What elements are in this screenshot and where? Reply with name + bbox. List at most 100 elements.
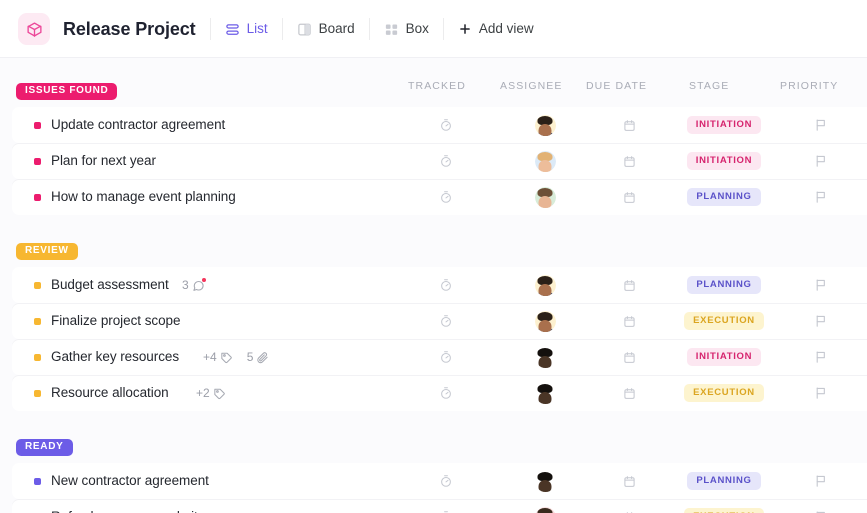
stage-cell[interactable]: INITIATION [674,339,774,375]
tracked-cell[interactable] [420,375,472,411]
assignee-cell[interactable] [519,267,571,303]
stopwatch-icon [439,350,453,364]
assignee-cell[interactable] [519,339,571,375]
priority-cell[interactable] [795,107,847,143]
tab-list-label: List [246,21,268,37]
due-date-cell[interactable] [603,463,655,499]
task-name[interactable]: How to manage event planning [51,189,236,204]
priority-cell[interactable] [795,179,847,215]
priority-cell[interactable] [795,267,847,303]
tracked-cell[interactable] [420,143,472,179]
assignee-avatar[interactable] [534,346,556,368]
header-divider-3 [368,18,370,40]
priority-cell[interactable] [795,375,847,411]
task-name[interactable]: Budget assessment [51,277,169,292]
status-badge: EXECUTION [684,383,764,403]
stage-cell[interactable]: EXECUTION [674,303,774,339]
add-view-button[interactable]: Add view [458,22,534,36]
task-rows: Update contractor agreement INITIATION Pla… [0,107,867,215]
flag-icon [814,190,828,204]
tracked-cell[interactable] [420,463,472,499]
section-badge[interactable]: REVIEW [16,243,78,260]
assignee-cell[interactable] [519,107,571,143]
task-name[interactable]: New contractor agreement [51,473,209,488]
priority-cell[interactable] [795,463,847,499]
due-date-cell[interactable] [603,339,655,375]
assignee-avatar[interactable] [534,114,556,136]
task-name[interactable]: Gather key resources [51,349,179,364]
stage-cell[interactable]: INITIATION [674,107,774,143]
meta-tag[interactable]: +2 [196,386,226,400]
assignee-cell[interactable] [519,499,571,513]
due-date-cell[interactable] [603,143,655,179]
tracked-cell[interactable] [420,179,472,215]
stage-cell[interactable]: PLANNING [674,267,774,303]
table-row[interactable]: Update contractor agreement INITIATION [12,107,867,143]
due-date-cell[interactable] [603,303,655,339]
assignee-avatar[interactable] [534,382,556,404]
due-date-cell[interactable] [603,499,655,513]
assignee-cell[interactable] [519,143,571,179]
status-badge: PLANNING [687,275,761,295]
assignee-avatar[interactable] [534,186,556,208]
assignee-avatar[interactable] [534,150,556,172]
task-name[interactable]: Resource allocation [51,385,169,400]
priority-cell[interactable] [795,303,847,339]
task-name[interactable]: Update contractor agreement [51,117,225,132]
paperclip-icon [256,351,269,364]
table-row[interactable]: Plan for next year INITIATION [12,143,867,179]
priority-cell[interactable] [795,339,847,375]
tracked-cell[interactable] [420,267,472,303]
due-date-cell[interactable] [603,267,655,303]
assignee-avatar[interactable] [534,310,556,332]
status-badge: INITIATION [686,115,762,135]
stage-cell[interactable]: EXECUTION [674,499,774,513]
calendar-icon [623,279,636,292]
tracked-cell[interactable] [420,107,472,143]
due-date-cell[interactable] [603,375,655,411]
table-row[interactable]: New contractor agreement PLANNING [12,463,867,499]
table-row[interactable]: Budget assessment 3 PLANNING [12,267,867,303]
task-rows: Budget assessment 3 PLANNING Finalize proje… [0,267,867,411]
table-row[interactable]: Finalize project scope EXECUTION [12,303,867,339]
stage-cell[interactable]: PLANNING [674,179,774,215]
meta-tag[interactable]: +4 [203,350,233,364]
meta-paperclip[interactable]: 5 [247,350,270,364]
tab-list[interactable]: List [225,22,268,37]
assignee-cell[interactable] [519,179,571,215]
assignee-cell[interactable] [519,303,571,339]
tab-box[interactable]: Box [384,22,429,37]
tracked-cell[interactable] [420,339,472,375]
stage-cell[interactable]: EXECUTION [674,375,774,411]
stopwatch-icon [439,386,453,400]
tracked-cell[interactable] [420,303,472,339]
tab-board[interactable]: Board [297,22,355,37]
table-row[interactable]: How to manage event planning PLANNING [12,179,867,215]
assignee-cell[interactable] [519,375,571,411]
task-name[interactable]: Plan for next year [51,153,156,168]
priority-cell[interactable] [795,499,847,513]
status-badge: PLANNING [687,471,761,491]
flag-icon [814,474,828,488]
table-row[interactable]: Gather key resources +4 5 INITIATION [12,339,867,375]
project-logo [18,13,50,45]
task-name[interactable]: Finalize project scope [51,313,181,328]
table-row[interactable]: Refresh company website EXECUTION [12,499,867,513]
header-divider-4 [442,18,444,40]
section-badge[interactable]: READY [16,439,73,456]
assignee-avatar[interactable] [534,470,556,492]
stage-cell[interactable]: INITIATION [674,143,774,179]
tracked-cell[interactable] [420,499,472,513]
task-name[interactable]: Refresh company website [51,509,205,513]
assignee-avatar[interactable] [534,274,556,296]
table-row[interactable]: Resource allocation +2 EXECUTION [12,375,867,411]
due-date-cell[interactable] [603,179,655,215]
tab-board-label: Board [318,21,355,37]
stage-cell[interactable]: PLANNING [674,463,774,499]
priority-cell[interactable] [795,143,847,179]
meta-comment[interactable]: 3 [182,277,206,292]
section-badge[interactable]: ISSUES FOUND [16,83,118,100]
due-date-cell[interactable] [603,107,655,143]
assignee-cell[interactable] [519,463,571,499]
assignee-avatar[interactable] [534,506,556,513]
